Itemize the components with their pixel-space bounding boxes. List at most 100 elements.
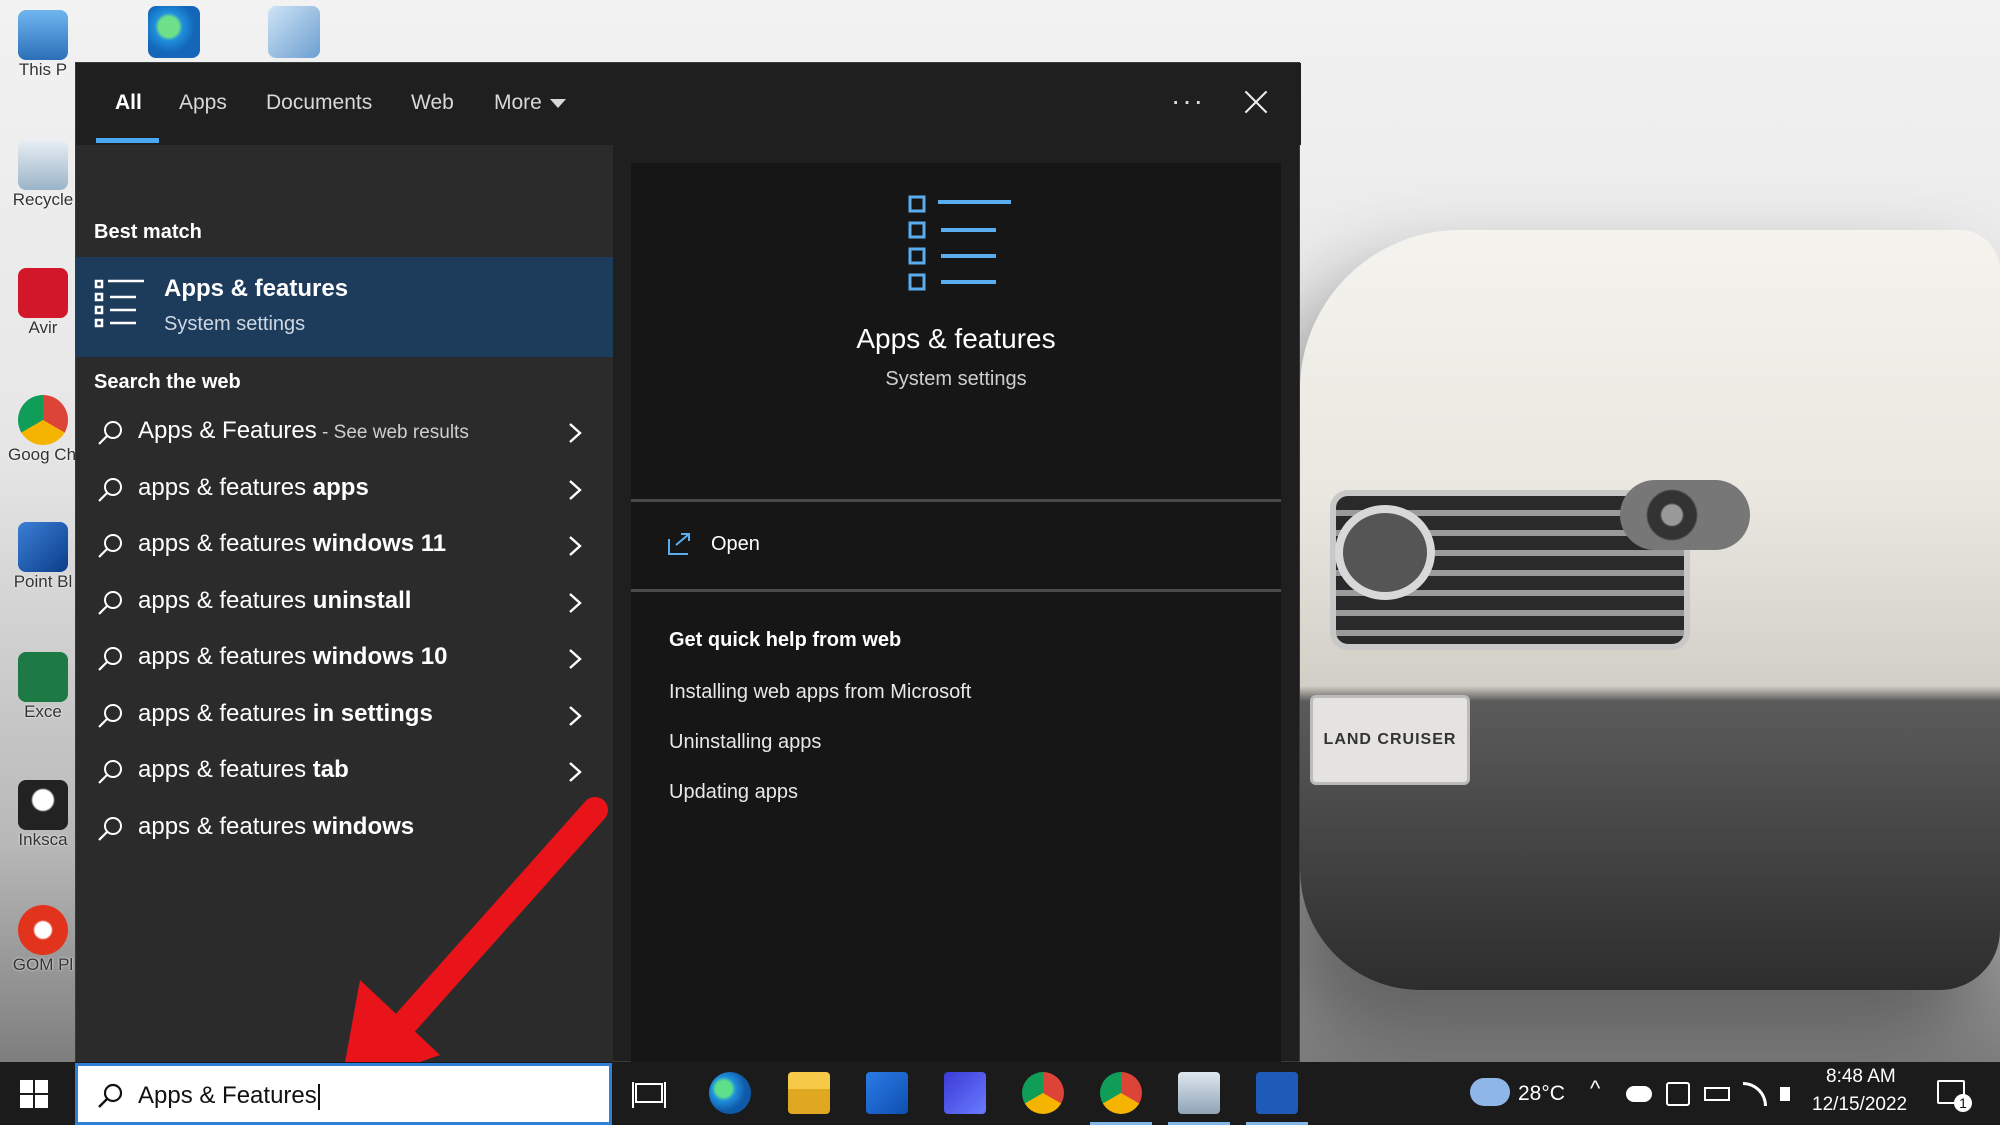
inkscape-icon (18, 780, 68, 830)
device-icon[interactable] (1666, 1082, 1690, 1106)
web-result-row[interactable]: apps & features in settings (76, 688, 613, 744)
close-icon[interactable] (1236, 83, 1276, 123)
more-options-icon[interactable]: ··· (1171, 85, 1205, 117)
text-cursor (317, 1083, 320, 1110)
preview-subtitle: System settings (885, 368, 1027, 390)
web-result-bold: windows 11 (312, 530, 447, 557)
web-result-row[interactable]: apps & features windows 11 (76, 518, 613, 574)
wallpaper-car-logo (1335, 505, 1435, 600)
chevron-right-icon (569, 649, 582, 669)
search-input[interactable]: Apps & Features (75, 1063, 612, 1125)
web-result-text: apps & features uninstall (138, 587, 411, 615)
web-result-bold: uninstall (312, 586, 412, 614)
desktop-icon-label: Recycle (12, 190, 74, 209)
mail-icon[interactable] (866, 1072, 908, 1114)
web-result-text: apps & features windows 10 (138, 643, 447, 671)
web-result-prefix: apps & features (138, 473, 313, 501)
divider (631, 589, 1281, 592)
desktop-icon-point-blank[interactable]: Point Bl (8, 522, 78, 592)
tab-more[interactable]: More (494, 91, 566, 131)
search-icon (98, 534, 122, 558)
web-result-row[interactable]: apps & features windows 10 (76, 631, 613, 687)
desktop-icon-excel[interactable]: Exce (8, 652, 78, 722)
tab-apps[interactable]: Apps (179, 91, 227, 131)
help-link-uninstalling[interactable]: Uninstalling apps (669, 731, 821, 754)
chevron-right-icon (569, 705, 582, 726)
avira-icon (18, 268, 68, 318)
recycle-bin-icon (18, 140, 68, 190)
desktop-icon-label: Avir (28, 318, 58, 337)
web-result-row[interactable]: apps & features apps (76, 462, 613, 518)
file-explorer-icon[interactable] (788, 1072, 830, 1114)
web-result-bold: in settings (312, 699, 433, 727)
edge-desktop-icon[interactable] (148, 6, 200, 58)
apps-features-list-icon (94, 279, 144, 328)
chrome-icon[interactable] (1022, 1072, 1064, 1114)
wallpaper-car-headlight (1620, 480, 1750, 550)
tab-web[interactable]: Web (411, 91, 454, 131)
search-icon (98, 816, 122, 841)
task-view-icon[interactable] (632, 1078, 666, 1112)
chrome-profile-icon[interactable] (1100, 1072, 1142, 1114)
app-icon[interactable] (944, 1072, 986, 1114)
point-blank-icon (18, 522, 68, 572)
battery-icon[interactable] (1704, 1087, 1730, 1101)
desktop-icon-this-pc[interactable]: This P (8, 10, 78, 80)
search-icon (98, 421, 122, 445)
chevron-right-icon (569, 592, 582, 613)
desktop-icon-inkscape[interactable]: Inksca (8, 780, 78, 850)
security-shortcut-icon[interactable] (268, 6, 320, 58)
tab-more-label: More (494, 91, 542, 114)
snipping-tool-icon[interactable] (1178, 1072, 1220, 1114)
chevron-up-icon[interactable]: ^ (1590, 1076, 1614, 1101)
help-link-installing[interactable]: Installing web apps from Microsoft (669, 681, 971, 704)
desktop-icon-chrome[interactable]: Goog Chron (8, 395, 78, 465)
web-result-text: apps & features windows 11 (138, 530, 446, 558)
web-result-prefix: apps & features (138, 699, 313, 727)
open-external-icon (668, 533, 690, 555)
web-result-prefix: apps & features (138, 586, 313, 614)
web-result-row[interactable]: apps & features uninstall (76, 575, 613, 631)
search-icon (98, 703, 122, 728)
red-annotation-arrow (340, 797, 608, 1090)
windows-start-icon[interactable] (20, 1080, 48, 1108)
weather-temperature[interactable]: 28°C (1518, 1082, 1565, 1106)
clock-time[interactable]: 8:48 AM (1826, 1066, 1896, 1088)
web-result-text: apps & features in settings (138, 700, 433, 728)
tab-documents[interactable]: Documents (266, 91, 372, 131)
search-icon (98, 477, 122, 502)
desktop-icon-avira[interactable]: Avir (8, 268, 78, 338)
apps-features-list-icon (908, 195, 1011, 291)
desktop-icon-gom-player[interactable]: GOM Pl (8, 905, 78, 975)
quick-help-heading: Get quick help from web (669, 629, 902, 651)
web-result-bold: windows 10 (312, 643, 448, 670)
onedrive-icon[interactable] (1626, 1086, 1652, 1102)
web-result-bold: apps (312, 473, 369, 501)
web-result-prefix: apps & features (138, 530, 313, 557)
excel-icon (18, 652, 68, 702)
active-tab-indicator (96, 138, 159, 143)
chrome-icon (18, 395, 68, 445)
search-panel: All Apps Documents Web More ··· Best mat… (75, 62, 1301, 1063)
best-match-heading: Best match (94, 221, 202, 243)
chevron-right-icon (569, 762, 582, 782)
web-result-bold: tab (312, 756, 349, 783)
desktop-icon-label: Goog Chron (8, 445, 78, 464)
desktop-icon-label: GOM Pl (12, 955, 74, 974)
clock-date[interactable]: 12/15/2022 (1812, 1094, 1907, 1116)
web-result-row[interactable]: Apps & Features - See web results (76, 405, 613, 461)
volume-icon[interactable] (1780, 1087, 1790, 1101)
desktop-icon-recycle-bin[interactable]: Recycle (8, 140, 78, 210)
wifi-icon[interactable] (1743, 1082, 1767, 1106)
edge-icon[interactable] (709, 1072, 751, 1114)
best-match-result[interactable]: Apps & features System settings (76, 257, 613, 357)
divider (631, 499, 1281, 502)
search-tabs: All Apps Documents Web More ··· (76, 63, 1301, 145)
chevron-right-icon (569, 479, 582, 500)
search-icon (98, 647, 122, 671)
notification-count-badge: 1 (1954, 1094, 1972, 1112)
weather-cloud-icon[interactable] (1470, 1078, 1510, 1106)
word-icon[interactable] (1256, 1072, 1298, 1114)
tab-all[interactable]: All (115, 91, 142, 131)
help-link-updating[interactable]: Updating apps (669, 781, 798, 804)
